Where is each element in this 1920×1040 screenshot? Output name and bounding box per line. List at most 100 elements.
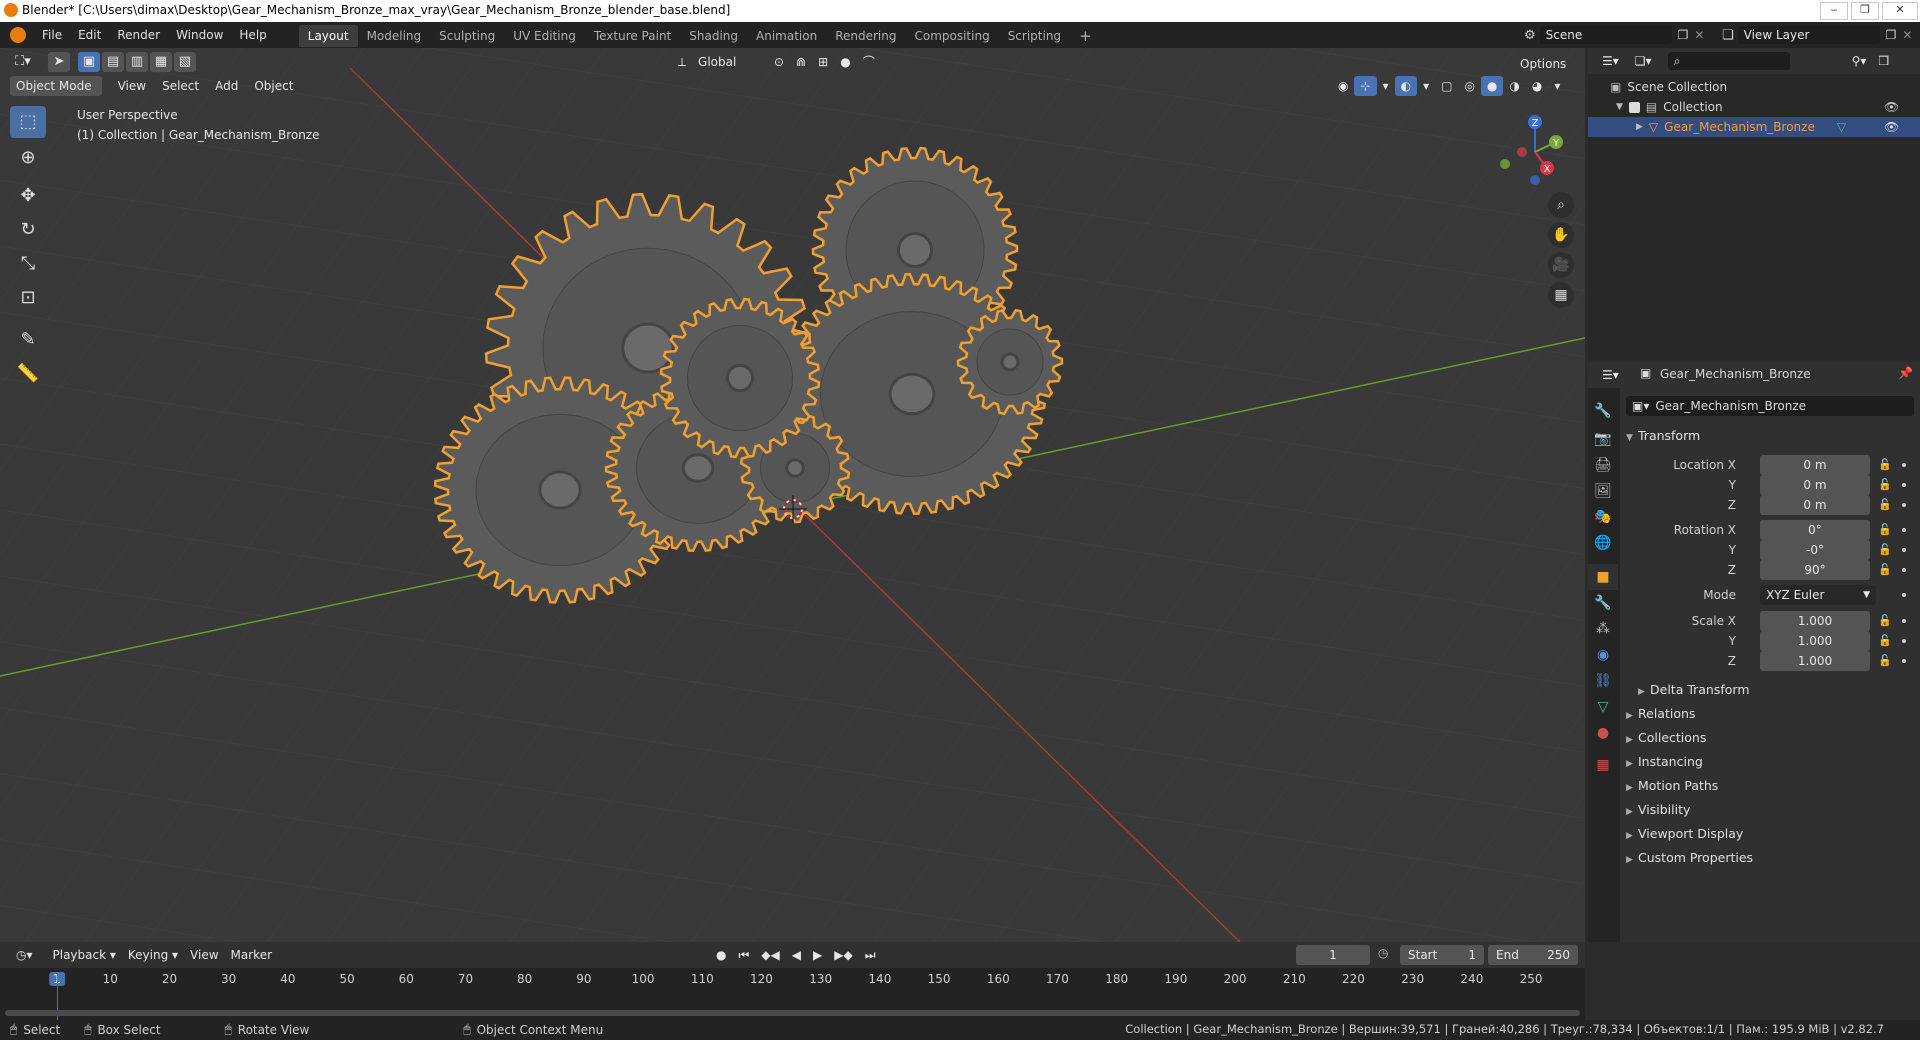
- keyframe-dot[interactable]: [1902, 639, 1906, 643]
- keyframe-dot[interactable]: [1902, 659, 1906, 663]
- pivot-icon[interactable]: ⊙: [768, 52, 790, 72]
- add-workspace-icon[interactable]: +: [1070, 25, 1101, 47]
- camera-icon[interactable]: 🎥: [1548, 252, 1574, 278]
- end-frame-field[interactable]: End 250: [1488, 945, 1578, 965]
- data-tab-icon[interactable]: ▽: [1588, 694, 1618, 720]
- start-frame-field[interactable]: Start 1: [1400, 945, 1484, 965]
- select-box-icon[interactable]: ⬚: [10, 106, 46, 138]
- object-mode-dropdown[interactable]: Object Mode: [10, 76, 102, 96]
- lock-location-z-icon[interactable]: 🔓: [1878, 498, 1892, 511]
- keyframe-dot[interactable]: [1902, 593, 1906, 597]
- navigation-gizmo[interactable]: Z Y X: [1490, 112, 1570, 192]
- visibility-icon[interactable]: ◉: [1332, 76, 1354, 96]
- tab-animation[interactable]: Animation: [747, 25, 826, 47]
- solid-shading-icon[interactable]: ●: [1480, 76, 1504, 96]
- orientation-icon[interactable]: ⟂: [672, 52, 692, 72]
- menu-render[interactable]: Render: [109, 22, 168, 48]
- expand-collapse-icon[interactable]: ▼: [1616, 102, 1623, 112]
- keying-menu[interactable]: Keying ▾: [122, 945, 184, 965]
- xray-icon[interactable]: ▢: [1435, 76, 1458, 96]
- snap-target-icon[interactable]: ⊞: [812, 52, 834, 72]
- location-z-field[interactable]: 0 m: [1760, 495, 1870, 515]
- move-icon[interactable]: ✥: [10, 180, 46, 212]
- menu-file[interactable]: File: [34, 22, 70, 48]
- editor-type-icon[interactable]: ⛶▾: [8, 52, 38, 72]
- select-difference-icon[interactable]: ▦: [150, 52, 172, 72]
- collection-row[interactable]: ▼ ▤ Collection 👁: [1616, 98, 1916, 116]
- keyframe-dot[interactable]: [1902, 548, 1906, 552]
- current-frame-field[interactable]: 1: [1296, 945, 1370, 965]
- next-keyframe-icon[interactable]: ▶◆: [828, 945, 858, 965]
- texture-tab-icon[interactable]: ▦: [1588, 752, 1618, 778]
- object-type-icon[interactable]: ▣▾: [1632, 399, 1649, 413]
- lock-rotation-z-icon[interactable]: 🔓: [1878, 563, 1892, 576]
- constraints-tab-icon[interactable]: ⛓: [1588, 668, 1618, 694]
- collections-panel-header[interactable]: ▶ Collections: [1626, 730, 1706, 745]
- scale-z-field[interactable]: 1.000: [1760, 651, 1870, 671]
- scene-collection-row[interactable]: ▣ Scene Collection: [1610, 78, 1727, 96]
- relations-panel-header[interactable]: ▶ Relations: [1626, 706, 1695, 721]
- lock-scale-z-icon[interactable]: 🔓: [1878, 654, 1892, 667]
- blender-menu-icon[interactable]: [10, 27, 26, 43]
- exclude-checkbox[interactable]: [1628, 101, 1640, 113]
- view-layer-icon[interactable]: ❏: [1722, 28, 1734, 43]
- tool-tab-icon[interactable]: 🔧: [1588, 398, 1618, 424]
- scene-icon[interactable]: ⚙: [1524, 28, 1536, 43]
- pin-icon[interactable]: 📌: [1898, 366, 1913, 380]
- tab-layout[interactable]: Layout: [298, 25, 358, 47]
- mesh-data-icon[interactable]: ▽: [1837, 120, 1846, 134]
- measure-icon[interactable]: 📏: [10, 358, 46, 390]
- transform-icon[interactable]: ⊡: [10, 282, 46, 314]
- menu-window[interactable]: Window: [168, 22, 231, 48]
- viewport-menu-object[interactable]: Object: [248, 76, 299, 96]
- select-tool-icon[interactable]: ➤: [48, 52, 70, 72]
- location-y-field[interactable]: 0 m: [1760, 475, 1870, 495]
- menu-help[interactable]: Help: [231, 22, 274, 48]
- lock-scale-y-icon[interactable]: 🔓: [1878, 634, 1892, 647]
- menu-edit[interactable]: Edit: [70, 22, 109, 48]
- falloff-icon[interactable]: ⌒: [857, 52, 881, 72]
- output-tab-icon[interactable]: 🖨: [1588, 452, 1618, 478]
- material-tab-icon[interactable]: ●: [1588, 720, 1618, 746]
- keyframe-dot[interactable]: [1902, 463, 1906, 467]
- physics-tab-icon[interactable]: ◉: [1588, 642, 1618, 668]
- custom-properties-panel-header[interactable]: ▶ Custom Properties: [1626, 850, 1753, 865]
- motion-paths-panel-header[interactable]: ▶ Motion Paths: [1626, 778, 1718, 793]
- tab-scripting[interactable]: Scripting: [999, 25, 1070, 47]
- tab-uv-editing[interactable]: UV Editing: [504, 25, 585, 47]
- viewport-menu-view[interactable]: View: [112, 76, 152, 96]
- gizmo-dropdown-icon[interactable]: ▾: [1377, 76, 1395, 96]
- grid-perspective-icon[interactable]: ▦: [1548, 282, 1574, 308]
- marker-menu[interactable]: Marker: [225, 945, 278, 965]
- annotate-icon[interactable]: ✎: [10, 324, 46, 356]
- lock-rotation-y-icon[interactable]: 🔓: [1878, 543, 1892, 556]
- scale-x-field[interactable]: 1.000: [1760, 611, 1870, 631]
- view-layer-field[interactable]: View Layer: [1737, 26, 1880, 44]
- properties-editor-type-icon[interactable]: ☰▾: [1596, 365, 1625, 385]
- select-new-icon[interactable]: ▣: [78, 52, 100, 72]
- display-mode-icon[interactable]: ❏▾: [1629, 51, 1658, 71]
- lock-location-y-icon[interactable]: 🔓: [1878, 478, 1892, 491]
- prev-keyframe-icon[interactable]: ◆◀: [755, 945, 785, 965]
- rotation-mode-dropdown[interactable]: XYZ Euler ▼: [1760, 585, 1876, 605]
- scene-tab-icon[interactable]: 🎭: [1588, 504, 1618, 530]
- keyframe-dot[interactable]: [1902, 568, 1906, 572]
- lock-location-x-icon[interactable]: 🔓: [1878, 458, 1892, 471]
- tab-shading[interactable]: Shading: [680, 25, 747, 47]
- transform-panel-header[interactable]: ▼ Transform: [1626, 428, 1700, 443]
- modifier-tab-icon[interactable]: 🔧: [1588, 590, 1618, 616]
- play-reverse-icon[interactable]: ◀: [786, 945, 807, 965]
- view-layer-tab-icon[interactable]: 🖼: [1588, 478, 1618, 504]
- jump-start-icon[interactable]: ⏮: [732, 945, 755, 965]
- remove-scene-icon[interactable]: ✕: [1694, 28, 1704, 42]
- options-dropdown[interactable]: Options: [1514, 54, 1572, 74]
- object-name-field[interactable]: ▣▾ Gear_Mechanism_Bronze: [1626, 396, 1914, 416]
- overlay-toggle-icon[interactable]: ◐: [1394, 76, 1418, 96]
- rotation-x-field[interactable]: 0°: [1760, 520, 1870, 540]
- rotation-z-field[interactable]: 90°: [1760, 560, 1870, 580]
- timeline-editor-type-icon[interactable]: ◷▾: [10, 945, 39, 965]
- timeline-view-menu[interactable]: View: [184, 945, 224, 965]
- record-icon[interactable]: ●: [710, 945, 732, 965]
- object-tab-icon[interactable]: ■: [1588, 564, 1618, 590]
- keyframe-dot[interactable]: [1902, 619, 1906, 623]
